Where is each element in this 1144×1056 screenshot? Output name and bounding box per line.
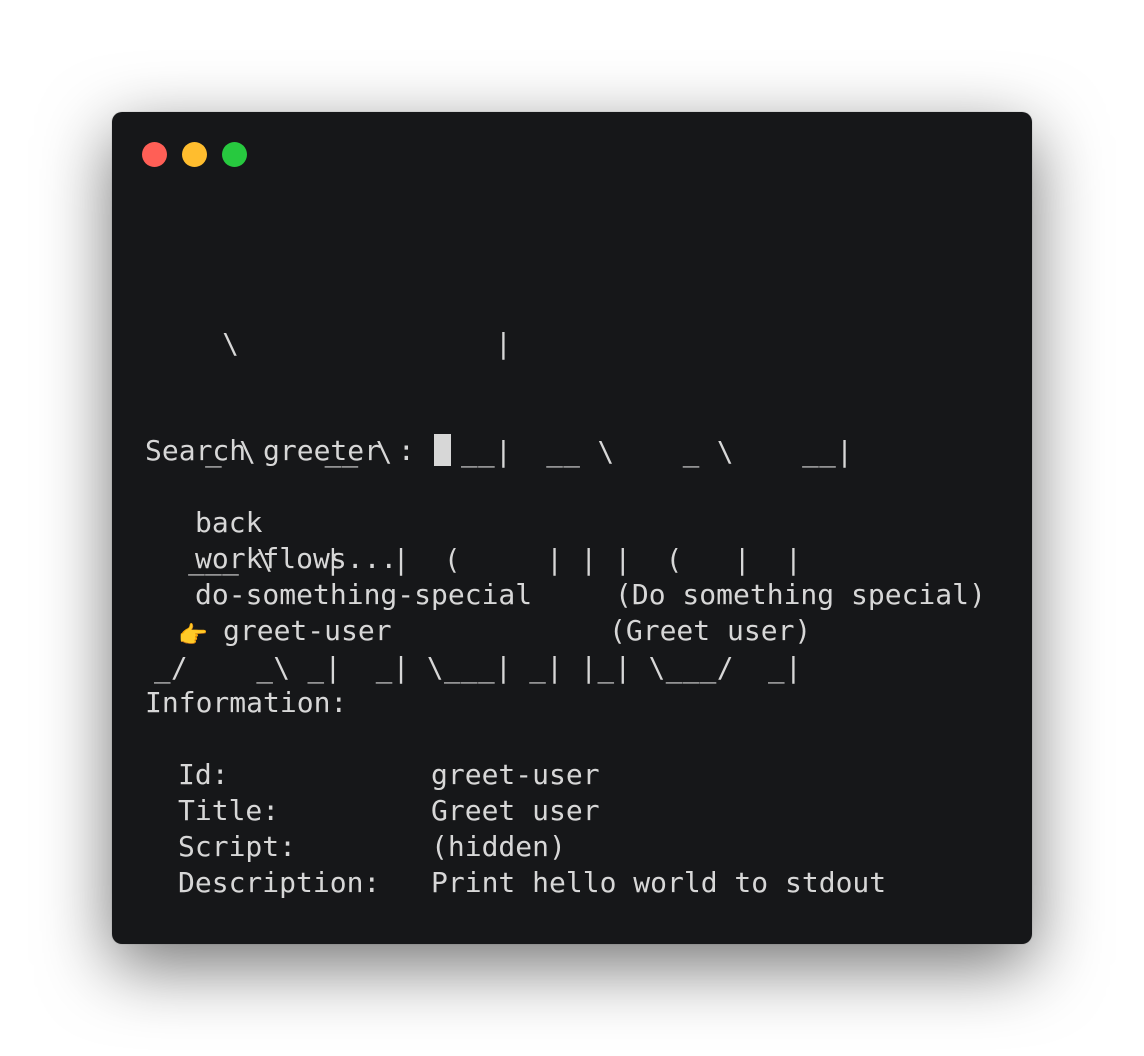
info-key-title: Title: xyxy=(178,794,280,827)
close-window-button[interactable] xyxy=(142,142,167,167)
screenshot-background: \ | _ \ __ \ __| __ \ _ \ __| ___ \ | | … xyxy=(0,0,1144,1056)
menu-item-do-something-special[interactable]: do-something-special xyxy=(195,577,532,613)
pointing-hand-icon: 👉 xyxy=(178,621,208,649)
banner-line: \ | xyxy=(154,328,513,360)
zoom-window-button[interactable] xyxy=(222,142,247,167)
menu-item-back[interactable]: back xyxy=(195,505,262,541)
info-key-id: Id: xyxy=(178,758,229,791)
minimize-window-button[interactable] xyxy=(182,142,207,167)
search-prompt[interactable]: Search greeter : xyxy=(145,432,451,468)
menu-item-description: (Do something special) xyxy=(615,578,986,611)
info-value-script: (hidden) xyxy=(431,830,566,863)
menu-item-description: (Greet user) xyxy=(609,614,812,647)
info-value-title: Greet user xyxy=(431,794,600,827)
text-cursor[interactable] xyxy=(433,434,451,466)
info-key-description: Description: xyxy=(178,866,381,899)
info-value-description: Print hello world to stdout xyxy=(431,866,887,899)
menu-item-greet-user[interactable]: greet-user xyxy=(223,613,392,649)
info-value-id: greet-user xyxy=(431,758,600,791)
info-key-script: Script: xyxy=(178,830,297,863)
info-heading: Information: xyxy=(145,686,348,719)
banner-line: _/ _\ _| _| \___| _| |_| \___/ _| xyxy=(154,652,803,684)
menu-item-workflows[interactable]: workflows... xyxy=(195,541,397,577)
terminal-window: \ | _ \ __ \ __| __ \ _ \ __| ___ \ | | … xyxy=(112,112,1032,944)
search-prompt-label: Search greeter : xyxy=(145,433,432,467)
